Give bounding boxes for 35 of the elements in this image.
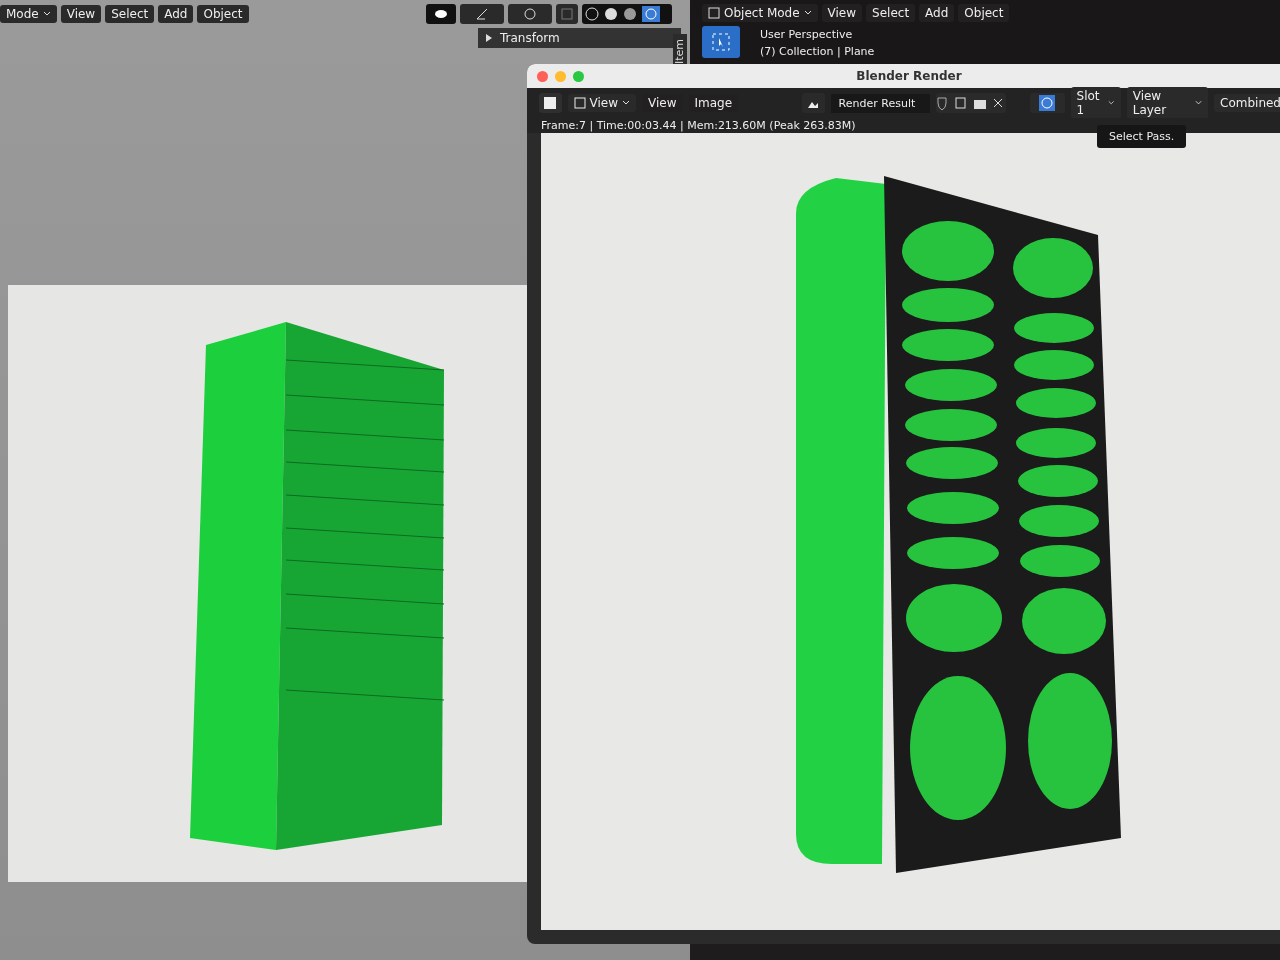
viewport-info-text: User Perspective [760, 27, 854, 43]
menu-item[interactable]: Select [105, 5, 155, 23]
mode-dropdown[interactable]: Object Mode [702, 4, 818, 22]
layer-dropdown[interactable]: View Layer [1126, 87, 1208, 119]
caret-icon [1194, 100, 1202, 106]
menu-item[interactable]: Add [158, 5, 194, 23]
mode-dropdown[interactable]: Mode [0, 5, 57, 23]
caret-icon [622, 100, 630, 106]
tooltip: Select Pass. [1097, 125, 1187, 148]
gizmo-icon[interactable] [460, 4, 504, 24]
slot-dropdown[interactable]: Slot 1 [1070, 87, 1121, 119]
menu-item[interactable]: View [60, 5, 102, 23]
render-display-icon[interactable] [1029, 93, 1065, 113]
menu-item[interactable]: Object [197, 5, 249, 23]
viewport-info-text: (7) Collection | Plane [760, 44, 875, 60]
image-browse-icon[interactable] [802, 93, 825, 113]
sidebar-tab[interactable]: Item [673, 34, 687, 64]
eye-icon[interactable] [426, 4, 456, 24]
view-dropdown[interactable]: View [567, 94, 636, 112]
window-title: Blender Render [855, 69, 963, 83]
overlay-icon[interactable] [508, 4, 552, 24]
menu-item[interactable]: Select [866, 4, 916, 22]
menu-item[interactable]: Object [958, 4, 1010, 22]
caret-icon [1108, 100, 1115, 106]
render-status-text: Frame:7 | Time:00:03.44 | Mem:213.60M (Peak 263.83M) [527, 118, 1280, 133]
menu-item[interactable]: Add [919, 4, 955, 22]
menu-item[interactable]: View [821, 4, 863, 22]
pass-dropdown[interactable]: Combined [1214, 94, 1280, 112]
close-icon[interactable] [537, 70, 548, 82]
caret-icon [803, 10, 812, 16]
caret-icon [42, 11, 51, 17]
image-name-field[interactable]: Render Result [830, 93, 930, 113]
select-box-icon [708, 7, 720, 19]
editor-type-icon[interactable] [539, 93, 562, 113]
image-icon [573, 97, 586, 109]
